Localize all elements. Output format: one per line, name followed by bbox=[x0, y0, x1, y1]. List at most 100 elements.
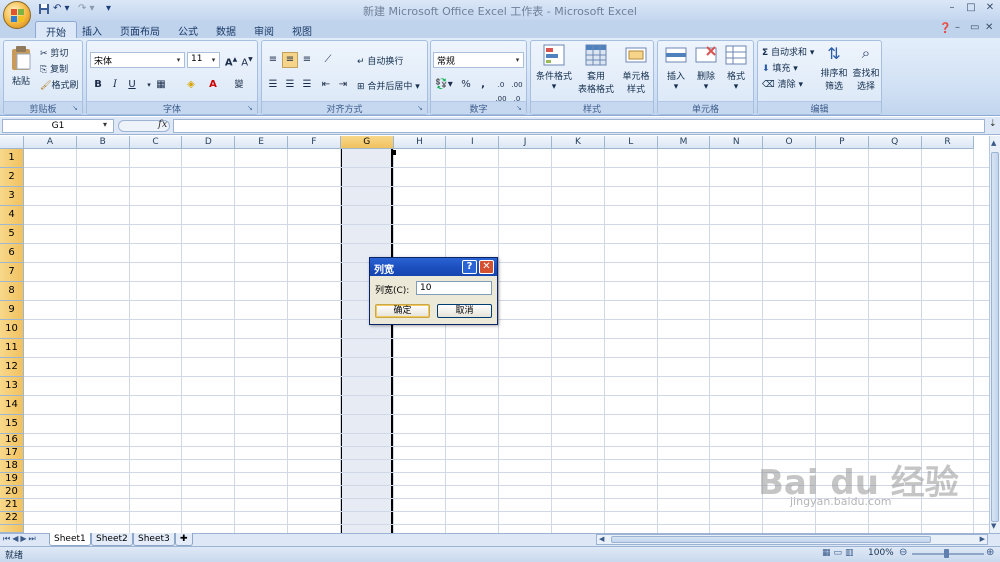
fill-color-icon[interactable]: ◈ bbox=[183, 77, 199, 93]
decrease-indent-icon[interactable]: ⇤ bbox=[318, 77, 334, 93]
row-header[interactable]: 20 bbox=[0, 486, 24, 499]
column-header[interactable]: O bbox=[763, 136, 816, 149]
number-format-select[interactable]: 常规 ▾ bbox=[433, 52, 524, 68]
row-header[interactable]: 18 bbox=[0, 460, 24, 473]
tab-review[interactable]: 审阅 bbox=[244, 21, 284, 38]
clear-button[interactable]: ⌫ 清除 ▾ bbox=[762, 77, 803, 90]
row-header[interactable]: 16 bbox=[0, 434, 24, 447]
column-header[interactable]: H bbox=[393, 136, 447, 149]
qat-customize-icon[interactable]: ▾ bbox=[106, 3, 111, 17]
underline-button[interactable]: U bbox=[124, 77, 140, 93]
align-middle-icon[interactable]: ≡ bbox=[282, 52, 298, 68]
column-width-input[interactable]: 10 bbox=[416, 281, 492, 295]
function-icon[interactable]: fx bbox=[158, 119, 167, 130]
column-header[interactable]: L bbox=[604, 136, 658, 149]
zoom-slider-thumb[interactable] bbox=[944, 549, 949, 558]
fill-handle[interactable] bbox=[391, 150, 396, 155]
office-button[interactable] bbox=[3, 1, 31, 29]
sheet-tab-2[interactable]: Sheet2 bbox=[91, 533, 133, 546]
italic-button[interactable]: I bbox=[107, 77, 123, 93]
sheet-tab-1[interactable]: Sheet1 bbox=[49, 533, 91, 546]
font-color-icon[interactable]: A bbox=[205, 77, 221, 93]
increase-decimal-icon[interactable]: .0.00 bbox=[493, 77, 509, 103]
insert-cells-button[interactable]: 插入 ▾ bbox=[661, 44, 691, 92]
zoom-in-icon[interactable]: ⊕ bbox=[986, 547, 994, 558]
dialog-close-icon[interactable]: ✕ bbox=[479, 260, 494, 274]
row-header[interactable]: 9 bbox=[0, 301, 24, 320]
sort-filter-button[interactable]: ⇅ 排序和 筛选 bbox=[818, 44, 850, 92]
scroll-right-icon[interactable]: ▶ bbox=[980, 535, 985, 543]
fill-button[interactable]: ⬇ 填充 ▾ bbox=[762, 61, 798, 74]
cut-button[interactable]: ✂ 剪切 bbox=[40, 46, 68, 59]
dialog-launcher-icon[interactable]: ↘ bbox=[72, 104, 80, 112]
find-select-button[interactable]: ⌕ 查找和 选择 bbox=[850, 44, 882, 92]
redo-icon[interactable]: ↷ ▾ bbox=[78, 3, 95, 17]
ribbon-minimize-button[interactable]: – bbox=[955, 22, 960, 33]
align-center-icon[interactable]: ☰ bbox=[282, 77, 298, 93]
column-header[interactable]: B bbox=[76, 136, 130, 149]
view-buttons-icon[interactable]: ▦▭▥ bbox=[822, 548, 857, 558]
percent-button[interactable]: % bbox=[458, 77, 474, 93]
row-header[interactable]: 22 bbox=[0, 512, 24, 525]
wrap-text-button[interactable]: ↵ 自动换行 bbox=[357, 54, 403, 67]
cell-styles-button[interactable]: 单元格 样式 bbox=[619, 44, 653, 95]
borders-icon[interactable]: ▦ bbox=[153, 77, 169, 93]
select-all-button[interactable] bbox=[0, 136, 24, 149]
decrease-decimal-icon[interactable]: .00.0 bbox=[509, 77, 525, 103]
row-header[interactable] bbox=[0, 525, 24, 533]
tab-view[interactable]: 视图 bbox=[282, 21, 322, 38]
shrink-font-button[interactable]: A▼ bbox=[239, 52, 255, 68]
align-right-icon[interactable]: ☰ bbox=[299, 77, 315, 93]
tab-insert[interactable]: 插入 bbox=[72, 21, 112, 38]
dialog-launcher-icon[interactable]: ↘ bbox=[417, 104, 425, 112]
formula-expand-icon[interactable]: ⇣ bbox=[989, 119, 997, 129]
font-name-select[interactable]: 宋体 ▾ bbox=[90, 52, 185, 68]
horizontal-scrollbar[interactable]: ◀ ▶ bbox=[596, 534, 988, 545]
orientation-icon[interactable]: ⟋ bbox=[320, 52, 336, 68]
comma-button[interactable]: , bbox=[475, 77, 491, 93]
sheet-tab-3[interactable]: Sheet3 bbox=[133, 533, 175, 546]
save-icon[interactable] bbox=[38, 3, 50, 17]
tab-data[interactable]: 数据 bbox=[206, 21, 246, 38]
row-header[interactable]: 5 bbox=[0, 225, 24, 244]
column-header[interactable]: J bbox=[499, 136, 552, 149]
column-header[interactable]: R bbox=[921, 136, 975, 149]
column-header[interactable]: F bbox=[288, 136, 341, 149]
tab-home[interactable]: 开始 bbox=[35, 21, 77, 39]
bold-button[interactable]: B bbox=[90, 77, 106, 93]
row-header[interactable]: 15 bbox=[0, 415, 24, 434]
formula-input[interactable] bbox=[173, 119, 985, 133]
tab-formulas[interactable]: 公式 bbox=[168, 21, 208, 38]
row-header[interactable]: 1 bbox=[0, 149, 24, 168]
format-painter-button[interactable]: 🖌格式刷 bbox=[40, 78, 78, 91]
column-header[interactable]: D bbox=[182, 136, 236, 149]
minimize-button[interactable]: – bbox=[943, 2, 961, 16]
dialog-launcher-icon[interactable]: ↘ bbox=[247, 104, 255, 112]
zoom-level[interactable]: 100% bbox=[868, 548, 894, 558]
autosum-button[interactable]: Σ 自动求和 ▾ bbox=[762, 45, 814, 58]
row-header[interactable]: 6 bbox=[0, 244, 24, 263]
column-header[interactable]: I bbox=[446, 136, 500, 149]
delete-cells-button[interactable]: 删除 ▾ bbox=[691, 44, 721, 92]
close-button[interactable]: ✕ bbox=[981, 2, 999, 16]
sheet-nav-icon[interactable]: ⏮◀▶⏭ bbox=[3, 534, 38, 544]
row-header[interactable]: 14 bbox=[0, 396, 24, 415]
column-header[interactable]: P bbox=[816, 136, 869, 149]
align-top-icon[interactable]: ≡ bbox=[265, 52, 281, 68]
align-bottom-icon[interactable]: ≡ bbox=[299, 52, 315, 68]
row-header[interactable]: 4 bbox=[0, 206, 24, 225]
conditional-format-button[interactable]: 条件格式 ▾ bbox=[534, 44, 574, 92]
merge-center-button[interactable]: ⊞ 合并后居中 ▾ bbox=[357, 79, 420, 92]
row-header[interactable]: 8 bbox=[0, 282, 24, 301]
tab-page-layout[interactable]: 页面布局 bbox=[110, 21, 170, 38]
insert-sheet-icon[interactable]: ✚ bbox=[175, 533, 193, 546]
name-box[interactable]: G1 bbox=[2, 119, 114, 133]
vertical-scrollbar[interactable]: ▲ ▼ bbox=[989, 136, 1000, 533]
vertical-scroll-thumb[interactable] bbox=[991, 152, 999, 522]
scroll-down-icon[interactable]: ▼ bbox=[991, 522, 996, 530]
row-header[interactable]: 17 bbox=[0, 447, 24, 460]
column-header[interactable]: Q bbox=[868, 136, 922, 149]
accounting-format-icon[interactable]: 💱▾ bbox=[433, 77, 455, 93]
help-icon[interactable]: ❓ bbox=[939, 23, 951, 34]
ribbon-close-button[interactable]: ✕ bbox=[985, 22, 993, 33]
